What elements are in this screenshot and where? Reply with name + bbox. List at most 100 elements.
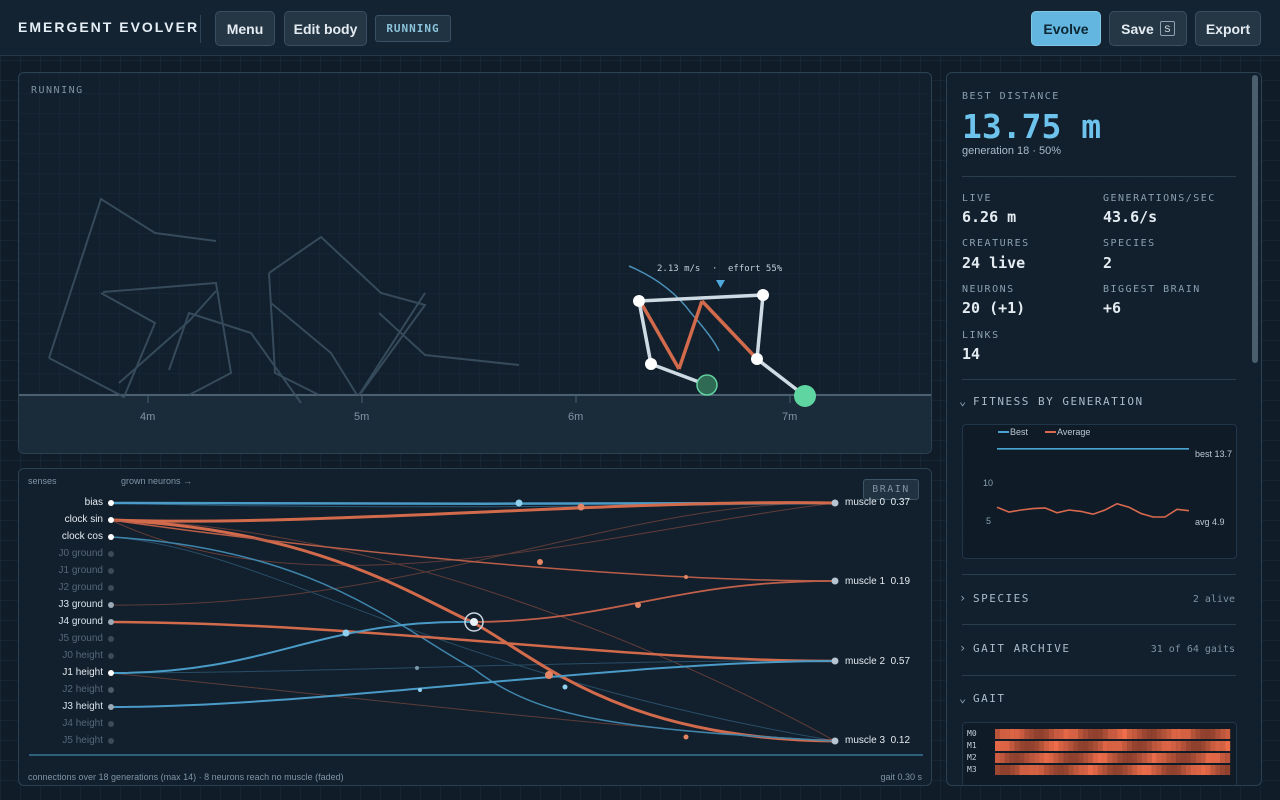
- gait-cell: [1200, 765, 1206, 775]
- export-button[interactable]: Export: [1195, 11, 1261, 46]
- links-value: 14: [962, 345, 981, 363]
- distance-tick: 7m: [782, 411, 798, 423]
- gait-cell: [1053, 729, 1059, 739]
- gait-cell: [1210, 741, 1216, 751]
- gait-cell: [1073, 729, 1079, 739]
- gait-cell: [1185, 765, 1192, 775]
- gait-cell: [1034, 729, 1040, 739]
- gait-cell: [1014, 765, 1020, 775]
- gait-cell: [1063, 765, 1069, 775]
- gait-cell: [1078, 729, 1084, 739]
- speed-readout: 2.13 m/s: [657, 264, 701, 274]
- avg-annotation: avg 4.9: [1195, 517, 1225, 527]
- input-label: J3 height: [62, 701, 103, 712]
- gait-cell: [1088, 765, 1094, 775]
- gait-cell: [1043, 753, 1050, 763]
- gait-cell: [1024, 765, 1030, 775]
- save-shortcut-key: S: [1159, 21, 1175, 36]
- gait-row-label: M3: [967, 765, 977, 774]
- gait-cell: [1117, 753, 1123, 763]
- edit-body-button[interactable]: Edit body: [284, 11, 367, 46]
- gait-cell: [1117, 741, 1123, 751]
- gait-cell: [1107, 765, 1113, 775]
- species-count-label: SPECIES: [1103, 238, 1156, 249]
- gait-cell: [1048, 729, 1054, 739]
- gait-cell: [1151, 753, 1157, 763]
- input-label: clock cos: [61, 531, 103, 542]
- gait-cell: [1205, 765, 1211, 775]
- species-section-header[interactable]: › SPECIES: [959, 591, 1030, 605]
- stats-panel[interactable]: BEST DISTANCE 13.75 m generation 18 · 50…: [946, 72, 1262, 786]
- gait-cell: [1215, 741, 1221, 751]
- gait-cell: [1215, 765, 1221, 775]
- gait-cell: [1151, 765, 1157, 775]
- gait-cell: [1092, 729, 1099, 739]
- divider: [962, 675, 1236, 676]
- input-label: clock sin: [64, 514, 103, 525]
- gait-cell: [1166, 741, 1172, 751]
- gait-cell: [1166, 729, 1172, 739]
- fitness-chart-svg: Best Average 10 5 best 13.7 avg 4.9: [983, 427, 1232, 527]
- grown-neurons-header: grown neurons →: [121, 476, 193, 486]
- gait-cell: [1058, 753, 1064, 763]
- gait-cell: [1185, 729, 1192, 739]
- gait-cell: [1181, 753, 1187, 763]
- gait-cell: [1048, 741, 1054, 751]
- gait-cell: [1225, 753, 1231, 763]
- gait-cell: [1190, 753, 1196, 763]
- gait-cell: [1097, 741, 1103, 751]
- species-alive-count: 2 alive: [1192, 594, 1235, 605]
- gait-cell: [1058, 765, 1064, 775]
- gait-cell: [1127, 729, 1133, 739]
- evolve-button[interactable]: Evolve: [1031, 11, 1101, 46]
- live-value: 6.26 m: [962, 208, 1017, 226]
- best-distance-generation: generation 18 · 50%: [962, 145, 1062, 157]
- gait-cell: [1205, 753, 1211, 763]
- gait-section-header[interactable]: ⌄ GAIT: [959, 691, 1006, 705]
- simulation-view[interactable]: RUNNING 2.13 m/s · effort 55% 4m 5m 6m 7…: [18, 72, 932, 454]
- legend-average: Average: [1057, 427, 1090, 437]
- gait-cell: [1034, 741, 1040, 751]
- gait-cell: [1122, 765, 1128, 775]
- gait-cell: [1073, 741, 1079, 751]
- gait-cell: [1225, 765, 1231, 775]
- output-label: muscle 3 0.12: [845, 735, 911, 746]
- scrollbar[interactable]: [1252, 75, 1258, 363]
- menu-button[interactable]: Menu: [215, 11, 275, 46]
- gait-cell: [1136, 753, 1143, 763]
- gait-cell: [1043, 765, 1050, 775]
- gait-cell: [1058, 729, 1064, 739]
- gait-cell: [1122, 729, 1128, 739]
- gait-cell: [1014, 729, 1020, 739]
- gait-archive-section-header[interactable]: › GAIT ARCHIVE: [959, 641, 1070, 655]
- fitness-section-header[interactable]: ⌄ FITNESS BY GENERATION: [959, 394, 1144, 408]
- app-title: EMERGENT EVOLVER: [18, 19, 200, 35]
- gait-cell: [1156, 741, 1162, 751]
- gait-cell: [1127, 765, 1133, 775]
- gait-cell: [1132, 741, 1138, 751]
- brain-view[interactable]: senses grown neurons → BRAIN bias clock …: [18, 468, 932, 786]
- save-button[interactable]: Save S: [1109, 11, 1187, 46]
- gait-cell: [1078, 765, 1084, 775]
- gait-cell: [1092, 741, 1099, 751]
- gait-cell: [1151, 729, 1157, 739]
- distance-tick: 5m: [354, 411, 370, 423]
- gait-cell: [1014, 753, 1020, 763]
- gait-cell: [1068, 765, 1074, 775]
- gait-cell: [1195, 753, 1201, 763]
- gait-cell: [1156, 753, 1162, 763]
- gait-cell: [1171, 753, 1177, 763]
- fitness-chart: Best Average 10 5 best 13.7 avg 4.9: [962, 424, 1237, 559]
- y-tick-label: 10: [983, 478, 993, 488]
- gait-archive-count: 31 of 64 gaits: [1150, 644, 1235, 655]
- gait-cell: [1190, 729, 1196, 739]
- gait-cell: [1083, 765, 1089, 775]
- gait-raster: M0 M1 M2 M3: [962, 722, 1237, 785]
- gait-cell: [1156, 765, 1162, 775]
- gait-cell: [1181, 765, 1187, 775]
- gait-cell: [1019, 741, 1025, 751]
- divider: [962, 574, 1236, 575]
- gait-cell: [1102, 753, 1108, 763]
- gait-cell: [1063, 729, 1069, 739]
- gait-row-label: M1: [967, 741, 977, 750]
